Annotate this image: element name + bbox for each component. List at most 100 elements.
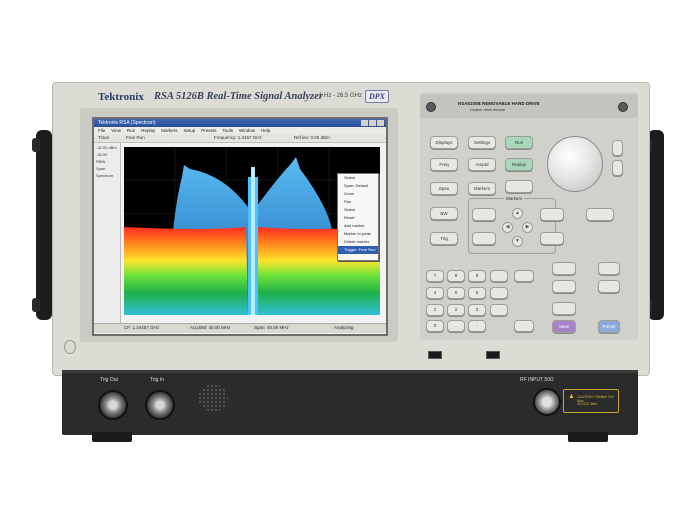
toolbar: Trace Free Run Frequency: 1.3457 GHz Ref… <box>94 134 386 143</box>
keypad-5[interactable]: 5 <box>447 287 465 299</box>
unit-khz-button[interactable] <box>490 304 508 316</box>
hard-drive-bay <box>420 94 638 118</box>
unit-ghz-button[interactable] <box>490 270 508 282</box>
trig-in-connector[interactable] <box>145 390 175 420</box>
drive-screw-icon <box>426 102 436 112</box>
context-menu-item[interactable]: Reset <box>338 214 378 222</box>
power-icon[interactable] <box>64 340 76 354</box>
context-menu-item[interactable]: Select <box>338 174 378 182</box>
keypad-0[interactable]: 0 <box>426 320 444 332</box>
toolbar-trace[interactable]: Trace <box>98 135 109 140</box>
keypad-6[interactable]: 6 <box>468 287 486 299</box>
markers-button[interactable]: Markers <box>468 182 496 195</box>
knob-up-button[interactable] <box>612 140 623 156</box>
displays-button[interactable]: Displays <box>430 136 458 149</box>
minimize-icon[interactable] <box>361 120 368 126</box>
keypad-8[interactable]: 8 <box>447 270 465 282</box>
touch-off-button[interactable] <box>586 208 614 221</box>
dpx-badge: DPX <box>365 90 389 103</box>
keypad-9[interactable]: 9 <box>468 270 486 282</box>
context-menu-item[interactable]: Zoom <box>338 190 378 198</box>
brand-logo: Tektronix <box>98 91 144 103</box>
enter-button[interactable] <box>514 320 534 332</box>
settings-button[interactable]: Settings <box>468 136 496 149</box>
keypad-7[interactable]: 7 <box>426 270 444 282</box>
status-cf: CF: 1.34457 GHz <box>124 325 160 330</box>
amptd-button[interactable]: Amptd <box>468 158 496 171</box>
trig-in-label: Trig In <box>150 377 164 383</box>
side-item: Span <box>96 166 106 171</box>
close-icon[interactable] <box>377 120 384 126</box>
foot <box>92 432 132 442</box>
context-menu-item[interactable]: Delete marker <box>338 238 378 246</box>
marker-delete-button[interactable] <box>472 232 496 245</box>
keypad-4[interactable]: 4 <box>426 287 444 299</box>
save-button[interactable]: Save <box>552 320 576 333</box>
trig-out-connector[interactable] <box>98 390 128 420</box>
toolbar-mode[interactable]: Free Run <box>126 135 145 140</box>
context-menu-item[interactable]: Pan <box>338 198 378 206</box>
bw-button[interactable]: BW <box>430 207 458 220</box>
menu-view[interactable]: View <box>111 127 121 134</box>
knob-down-button[interactable] <box>612 160 623 176</box>
keypad-1[interactable]: 1 <box>426 304 444 316</box>
side-item: RBW <box>96 159 106 164</box>
marker-select-button[interactable] <box>472 208 496 221</box>
drive-warning: Caution: drive removal <box>470 108 506 112</box>
analyzer-screen[interactable]: Tektronix RSA (Spectrum) File View Run R… <box>92 117 388 336</box>
menu-file[interactable]: File <box>98 127 105 134</box>
side-item: -33.00 <box>96 152 108 157</box>
keypad-decimal[interactable]: . <box>447 320 465 332</box>
recall-button[interactable] <box>552 262 576 275</box>
span-button[interactable]: Span <box>430 182 458 195</box>
unit-mhz-button[interactable] <box>490 287 508 299</box>
keypad-minus[interactable]: - <box>468 320 486 332</box>
help-button[interactable] <box>598 262 620 275</box>
print-button[interactable] <box>552 302 576 315</box>
keypad-2[interactable]: 2 <box>447 304 465 316</box>
rf-input-connector[interactable] <box>533 388 561 416</box>
rotary-knob[interactable] <box>547 136 603 192</box>
replay-button[interactable]: Replay <box>505 158 533 171</box>
arrow-down-icon[interactable]: ▼ <box>512 236 523 247</box>
context-menu-item[interactable]: Select <box>338 206 378 214</box>
toolbar-frequency[interactable]: Frequency: 1.3457 GHz <box>214 135 262 140</box>
keypad-3[interactable]: 3 <box>468 304 486 316</box>
undo-button[interactable] <box>598 280 620 293</box>
run-button[interactable]: Run <box>505 136 533 149</box>
maximize-icon[interactable] <box>369 120 376 126</box>
warning-triangle-icon: ▲ <box>568 393 575 400</box>
freq-button[interactable]: Freq <box>430 158 458 171</box>
menu-setup[interactable]: Setup <box>184 127 196 134</box>
side-item: Spectrum <box>96 173 114 178</box>
context-menu-item[interactable]: Span: Default <box>338 182 378 190</box>
context-menu-item[interactable]: Marker to peak <box>338 230 378 238</box>
preset-button[interactable]: Preset <box>598 320 620 333</box>
peak-button[interactable] <box>540 208 564 221</box>
left-carry-handle <box>32 130 52 320</box>
menu-help[interactable]: Help <box>261 127 270 134</box>
status-span: Span: 40.00 MHz <box>254 325 289 330</box>
menu-presets[interactable]: Presets <box>201 127 216 134</box>
arrow-right-icon[interactable]: ▶ <box>522 222 533 233</box>
context-menu-item-selected[interactable]: Trigger: Free Run <box>338 246 378 254</box>
single-button[interactable] <box>505 180 533 193</box>
toolbar-ref-level[interactable]: Ref lev: 0.00 dBm <box>294 135 330 140</box>
menu-replay[interactable]: Replay <box>141 127 155 134</box>
backspace-button[interactable] <box>514 270 534 282</box>
context-menu-item[interactable]: Add marker <box>338 222 378 230</box>
trig-button[interactable]: Trig <box>430 232 458 245</box>
save-as-button[interactable] <box>552 280 576 293</box>
caution-label: ▲ CAUTION +30dBm CW Max 40 VDC Max <box>563 389 619 413</box>
menu-markers[interactable]: Markers <box>161 127 177 134</box>
status-acq-bw: Acq BW: 40.00 MHz <box>190 325 231 330</box>
arrow-left-icon[interactable]: ◀ <box>502 222 513 233</box>
table-button[interactable] <box>540 232 564 245</box>
menu-run[interactable]: Run <box>127 127 135 134</box>
arrow-up-icon[interactable]: ▲ <box>512 208 523 219</box>
status-run-state: Analyzing <box>334 325 354 330</box>
status-bar: CF: 1.34457 GHz Acq BW: 40.00 MHz Span: … <box>94 323 386 333</box>
menu-tools[interactable]: Tools <box>223 127 234 134</box>
window-titlebar: Tektronix RSA (Spectrum) <box>94 119 386 127</box>
menu-window[interactable]: Window <box>239 127 255 134</box>
